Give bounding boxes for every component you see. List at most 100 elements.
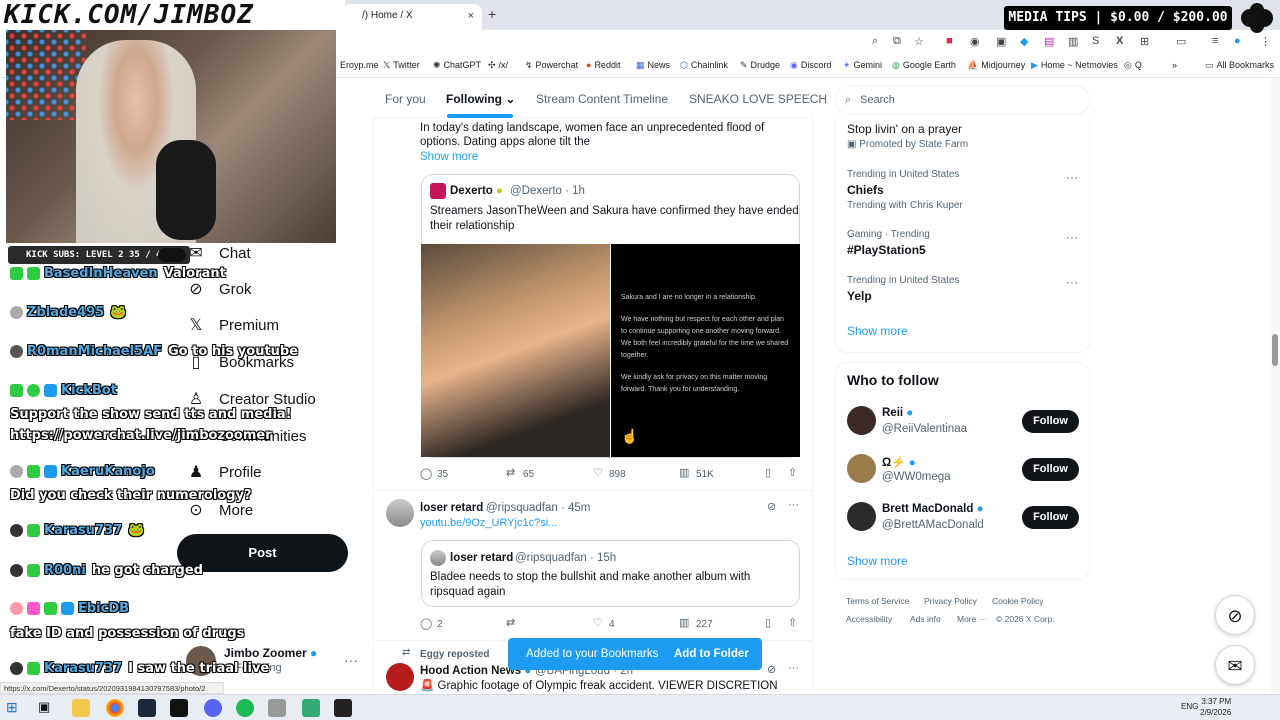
split-icon[interactable]: ▭ — [1176, 35, 1186, 48]
bookmark-item[interactable]: ✦ Gemini — [843, 60, 882, 71]
downloads-icon[interactable]: ≡ — [1212, 35, 1218, 47]
like-icon[interactable]: ♡ — [593, 616, 603, 629]
bookmark-item[interactable]: ◍ Google Earth — [892, 60, 956, 71]
bookmark-item[interactable]: ↯ Powerchat — [525, 60, 578, 71]
share-icon[interactable]: ⇧ — [788, 466, 797, 479]
share-icon[interactable]: ⇧ — [788, 616, 797, 629]
views-icon[interactable]: ▥ — [679, 616, 689, 629]
trend-with-link[interactable]: Chris Kuper — [910, 200, 963, 211]
quote-author[interactable]: loser retard — [450, 551, 513, 566]
post-photo-statement[interactable]: Sakura and I are no longer in a relation… — [611, 244, 800, 457]
footer-link[interactable]: Cookie Policy — [992, 596, 1044, 606]
promo-title[interactable]: Stop livin' on a prayer — [847, 122, 962, 136]
reply-icon[interactable]: ◯ — [420, 617, 432, 630]
more-icon[interactable]: ··· — [1066, 230, 1078, 244]
extension-icon[interactable]: ▥ — [1068, 35, 1078, 48]
quote-author[interactable]: Dexerto ● — [450, 184, 503, 199]
footer-link[interactable]: Accessibility — [846, 614, 892, 624]
trend-name[interactable]: #PlayStation5 — [847, 243, 926, 257]
follow-avatar[interactable] — [847, 454, 876, 483]
extension-icon[interactable]: S — [1092, 35, 1099, 47]
bookmarks-overflow-icon[interactable]: » — [1172, 60, 1177, 70]
tab-following[interactable]: Following ⌄ — [446, 92, 515, 106]
messages-icon[interactable]: ✉ — [1215, 645, 1255, 685]
app-icon[interactable] — [302, 699, 320, 717]
windows-start-icon[interactable]: ⊞ — [6, 699, 24, 717]
terminal-icon[interactable] — [170, 699, 188, 717]
grok-icon[interactable]: ⊘ — [767, 500, 776, 513]
follow-button[interactable]: Follow — [1022, 506, 1079, 529]
bookmark-item[interactable]: ⬡ Chainlink — [680, 60, 728, 71]
app-icon[interactable] — [334, 699, 352, 717]
system-clock[interactable]: 3:37 PM 2/9/2026 — [1200, 696, 1231, 718]
footer-link[interactable]: Ads info — [910, 614, 941, 624]
bookmark-item[interactable]: 𝕏 Twitter — [383, 60, 420, 71]
follow-button[interactable]: Follow — [1022, 410, 1079, 433]
bookmark-item[interactable]: ✣/x/ — [488, 60, 508, 71]
star-icon[interactable]: ☆ — [914, 35, 924, 48]
post-link[interactable]: youtu.be/9Oz_URYjc1c?si... — [420, 516, 557, 531]
extension-icon[interactable]: ◉ — [970, 35, 980, 48]
install-icon[interactable]: ⧉ — [893, 35, 901, 48]
all-bookmarks[interactable]: ▭ All Bookmarks — [1205, 60, 1274, 71]
scrollbar[interactable] — [1270, 78, 1280, 693]
bookmark-icon[interactable]: ▯ — [765, 616, 771, 629]
file-explorer-icon[interactable] — [72, 699, 90, 717]
x-extension-icon[interactable]: X — [1116, 35, 1123, 47]
repost-icon[interactable]: ⇄ — [506, 466, 515, 479]
follow-button[interactable]: Follow — [1022, 458, 1079, 481]
trend-name[interactable]: Chiefs — [847, 183, 884, 197]
tab-for-you[interactable]: For you — [385, 92, 426, 106]
bookmark-item[interactable]: ● Reddit — [586, 60, 620, 70]
show-more-link[interactable]: Show more — [420, 150, 478, 165]
task-view-icon[interactable]: ▣ — [38, 699, 56, 717]
follow-show-more[interactable]: Show more — [847, 554, 908, 568]
bookmark-item[interactable]: ✎ Drudge — [740, 60, 780, 71]
language-indicator[interactable]: ENG — [1181, 702, 1198, 711]
zoom-icon[interactable]: ⌕ — [872, 35, 878, 48]
bookmark-item[interactable]: ▦ News — [636, 60, 670, 71]
bookmark-icon[interactable]: ▯ — [765, 466, 771, 479]
discord-icon[interactable] — [204, 699, 222, 717]
grok-float-icon[interactable]: ⊘ — [1215, 595, 1255, 635]
avatar-icon[interactable]: ● — [1234, 35, 1241, 47]
post-avatar[interactable] — [386, 499, 414, 527]
trend-name[interactable]: Yelp — [847, 289, 872, 303]
footer-link[interactable]: More ··· — [957, 614, 987, 624]
more-icon[interactable]: ··· — [1066, 275, 1078, 289]
footer-link[interactable]: Privacy Policy — [924, 596, 977, 606]
follow-avatar[interactable] — [847, 502, 876, 531]
scrollbar-thumb[interactable] — [1272, 334, 1278, 366]
more-icon[interactable]: ··· — [788, 662, 799, 674]
extension-icon[interactable]: ■ — [946, 35, 953, 47]
chrome-icon[interactable] — [106, 699, 124, 717]
reposted-by[interactable]: Eggy reposted — [420, 647, 489, 662]
reply-icon[interactable]: ◯ — [420, 467, 432, 480]
tab-close-icon[interactable]: × — [468, 4, 474, 28]
nav-premium[interactable]: 𝕏 Premium — [186, 310, 279, 340]
bookmark-item[interactable]: ◉ Discord — [790, 60, 831, 71]
follow-avatar[interactable] — [847, 406, 876, 435]
more-icon[interactable]: ··· — [1066, 170, 1078, 184]
extension-icon[interactable]: ◆ — [1020, 35, 1028, 48]
trends-show-more[interactable]: Show more — [847, 324, 908, 338]
app-icon[interactable] — [268, 699, 286, 717]
spotify-icon[interactable] — [236, 699, 254, 717]
tab-stream-content[interactable]: Stream Content Timeline — [536, 92, 668, 106]
bookmark-item[interactable]: ◎ Q — [1124, 60, 1142, 71]
steam-icon[interactable] — [138, 699, 156, 717]
views-icon[interactable]: ▥ — [679, 466, 689, 479]
menu-icon[interactable]: ⋮ — [1260, 35, 1271, 48]
puzzle-icon[interactable]: ⊞ — [1140, 35, 1149, 48]
bookmark-item[interactable]: ⛵ Midjourney — [967, 60, 1025, 71]
footer-link[interactable]: Terms of Service — [846, 596, 909, 606]
repost-icon[interactable]: ⇄ — [506, 616, 515, 629]
dexerto-avatar[interactable] — [430, 183, 446, 199]
quote-avatar[interactable] — [430, 550, 446, 566]
follow-name[interactable]: Reii ● — [882, 407, 913, 419]
new-tab-button[interactable]: + — [488, 6, 496, 22]
post-author[interactable]: loser retard — [420, 501, 483, 516]
bookmark-item[interactable]: Eroyp.me — [340, 60, 379, 70]
add-to-folder-button[interactable]: Add to Folder — [674, 638, 749, 670]
grok-icon[interactable]: ⊘ — [767, 663, 776, 676]
